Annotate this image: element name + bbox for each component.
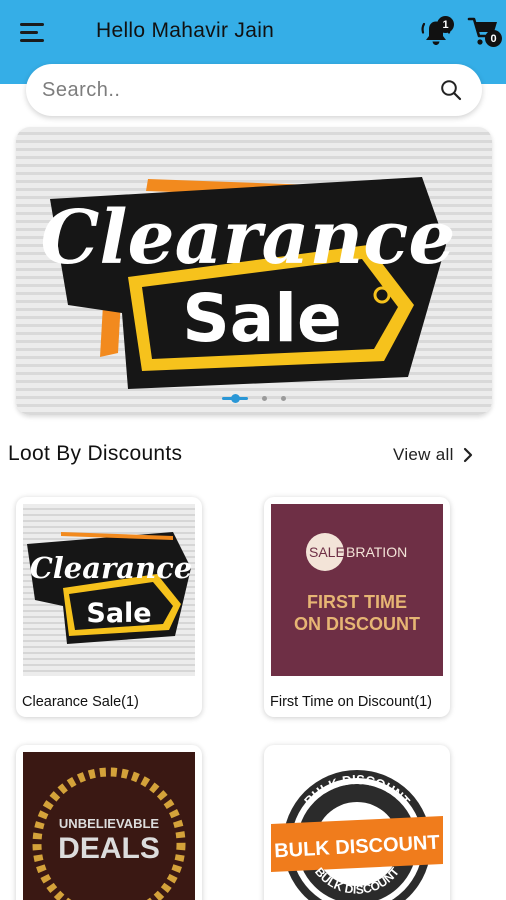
search-input[interactable]	[42, 72, 422, 108]
banner-line2: Sale	[182, 280, 341, 357]
discount-card-unbelievable-deals[interactable]: UNBELIEVABLE DEALS	[16, 745, 202, 900]
discount-card-bulk-discount[interactable]: BULK DISCOUNT BULK DISCOUNT BULK DISCOUN…	[264, 745, 450, 900]
view-all-label: View all	[393, 445, 454, 464]
view-all-link[interactable]: View all	[393, 445, 474, 465]
card-2-image-line2: ON DISCOUNT	[294, 614, 420, 634]
card-image: SALE BRATION FIRST TIME ON DISCOUNT	[271, 504, 443, 676]
greeting-text: Hello Mahavir Jain	[96, 19, 275, 42]
card-label: Clearance Sale(1)	[22, 694, 139, 710]
card-2-badge-rest: BRATION	[346, 544, 407, 560]
unbelievable-deals-thumbnail: UNBELIEVABLE DEALS	[32, 767, 186, 900]
cart-count-badge: 0	[485, 30, 502, 47]
banner-line1: Clearance	[41, 195, 456, 281]
discount-card-first-time-on-discount[interactable]: SALE BRATION FIRST TIME ON DISCOUNT Firs…	[264, 497, 450, 717]
carousel-dot-2[interactable]	[262, 396, 267, 401]
salebration-thumbnail: SALE BRATION FIRST TIME ON DISCOUNT	[294, 533, 420, 634]
carousel-dot-1[interactable]	[222, 394, 248, 403]
clearance-sale-artwork: Clearance Sale	[41, 177, 456, 389]
search-icon[interactable]	[440, 79, 462, 101]
discount-card-clearance-sale[interactable]: Clearance Sale Clearance Sale(1)	[16, 497, 202, 717]
chevron-right-icon	[463, 447, 472, 463]
carousel-dot-3[interactable]	[281, 396, 286, 401]
card-1-image-line1: Clearance	[30, 551, 193, 585]
carousel-indicator	[16, 394, 492, 403]
card-1-image-line2: Sale	[86, 598, 151, 629]
card-label: First Time on Discount(1)	[270, 694, 432, 710]
notification-count-badge: 1	[437, 16, 454, 33]
card-2-image-line1: FIRST TIME	[307, 592, 407, 612]
card-3-image-line1: UNBELIEVABLE	[59, 816, 159, 831]
notification-button[interactable]: 1	[418, 14, 454, 50]
card-3-image-line2: DEALS	[58, 832, 160, 865]
promo-banner[interactable]: Clearance Sale	[16, 127, 492, 415]
card-image: BULK DISCOUNT BULK DISCOUNT BULK DISCOUN…	[271, 752, 443, 900]
search-bar[interactable]	[26, 64, 482, 116]
card-image: Clearance Sale	[23, 504, 195, 676]
cart-button[interactable]: 0	[466, 14, 502, 50]
card-2-badge-text: SALE	[309, 544, 345, 560]
clearance-sale-thumbnail: Clearance Sale	[27, 532, 193, 644]
menu-icon[interactable]	[20, 20, 48, 44]
bulk-discount-thumbnail: BULK DISCOUNT BULK DISCOUNT BULK DISCOUN…	[271, 770, 443, 900]
card-image: UNBELIEVABLE DEALS	[23, 752, 195, 900]
section-title: Loot By Discounts	[8, 442, 183, 465]
